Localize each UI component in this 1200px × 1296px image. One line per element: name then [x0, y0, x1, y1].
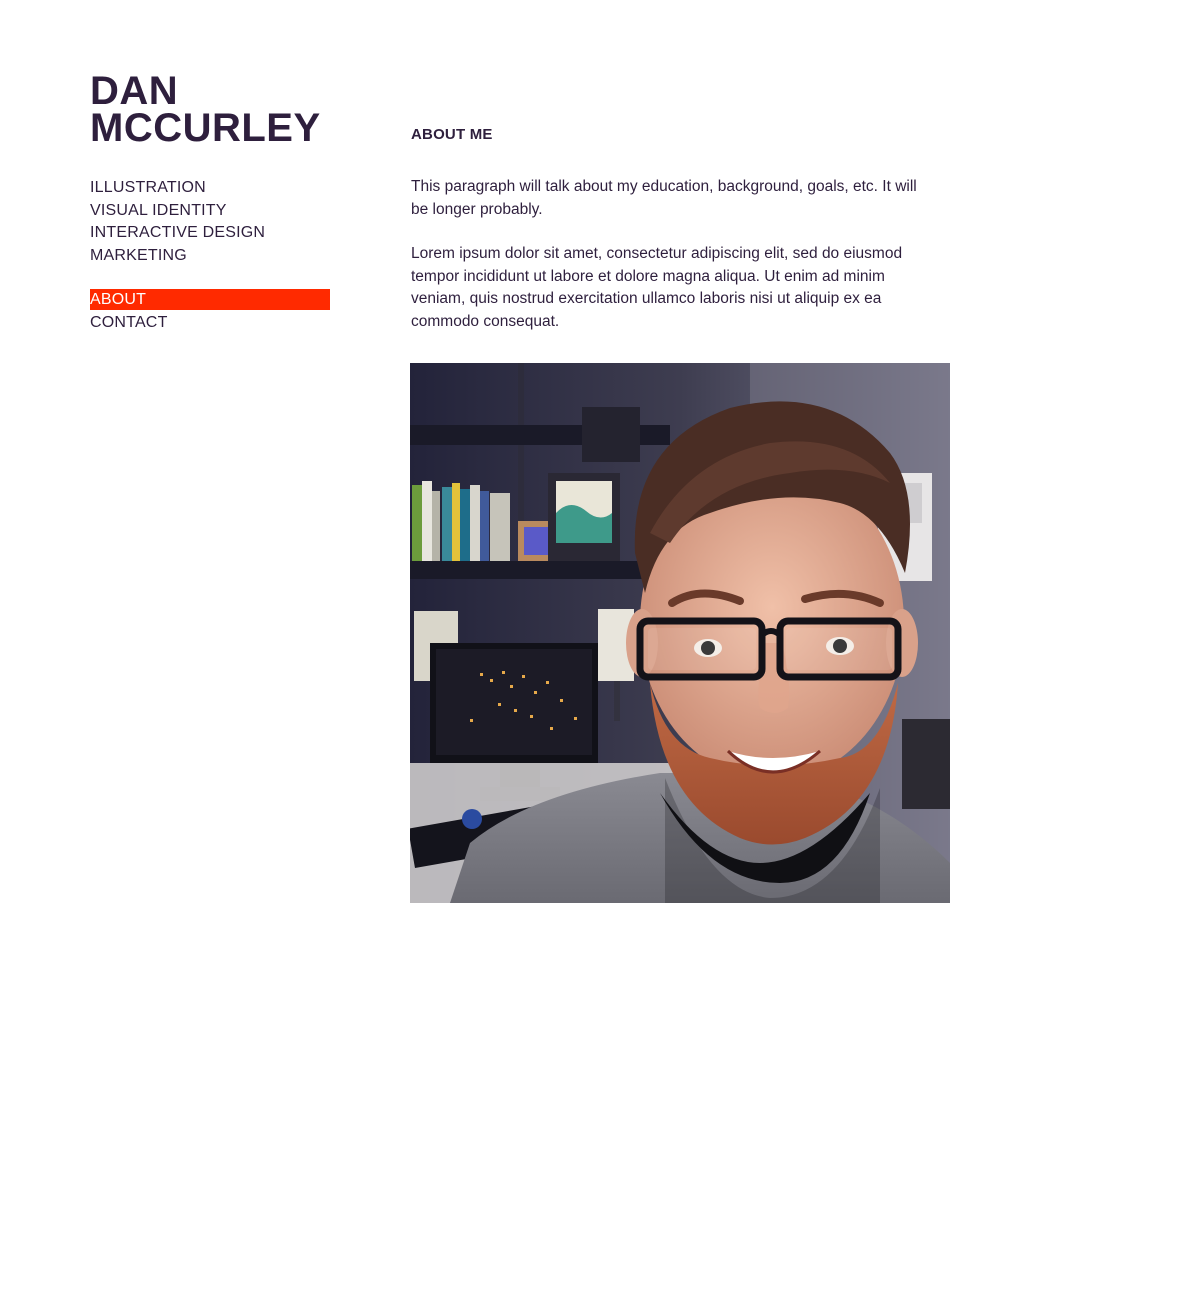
- site-title-line-1: DAN: [90, 69, 179, 113]
- page-title: ABOUT ME: [411, 126, 493, 143]
- site-title-line-2: MCCURLEY: [90, 106, 321, 150]
- nav-item-label: ABOUT: [90, 291, 147, 308]
- nav-item-label: ILLUSTRATION: [90, 179, 206, 196]
- nav-item-label: VISUAL IDENTITY: [90, 201, 227, 219]
- main-nav: ILLUSTRATION VISUAL IDENTITY INTERACTIVE…: [90, 177, 330, 335]
- profile-photo-illustration: [410, 363, 950, 903]
- nav-item-marketing[interactable]: MARKETING: [90, 245, 330, 268]
- nav-item-label: CONTACT: [90, 314, 168, 331]
- nav-item-interactive-design[interactable]: INTERACTIVE DESIGN: [90, 222, 330, 245]
- nav-item-visual-identity[interactable]: VISUAL IDENTITY: [90, 200, 330, 223]
- nav-item-contact[interactable]: CONTACT: [90, 312, 330, 335]
- nav-item-illustration[interactable]: ILLUSTRATION: [90, 177, 330, 200]
- about-paragraph-1: This paragraph will talk about my educat…: [411, 178, 917, 218]
- about-paragraph-2: Lorem ipsum dolor sit amet, consectetur …: [411, 245, 903, 330]
- nav-spacer: [90, 267, 330, 289]
- nav-item-label: INTERACTIVE DESIGN: [90, 224, 266, 241]
- site-title[interactable]: DAN MCCURLEY: [90, 69, 321, 150]
- profile-photo: [410, 363, 950, 903]
- nav-item-label: MARKETING: [90, 246, 187, 264]
- nav-item-about[interactable]: ABOUT: [90, 289, 330, 310]
